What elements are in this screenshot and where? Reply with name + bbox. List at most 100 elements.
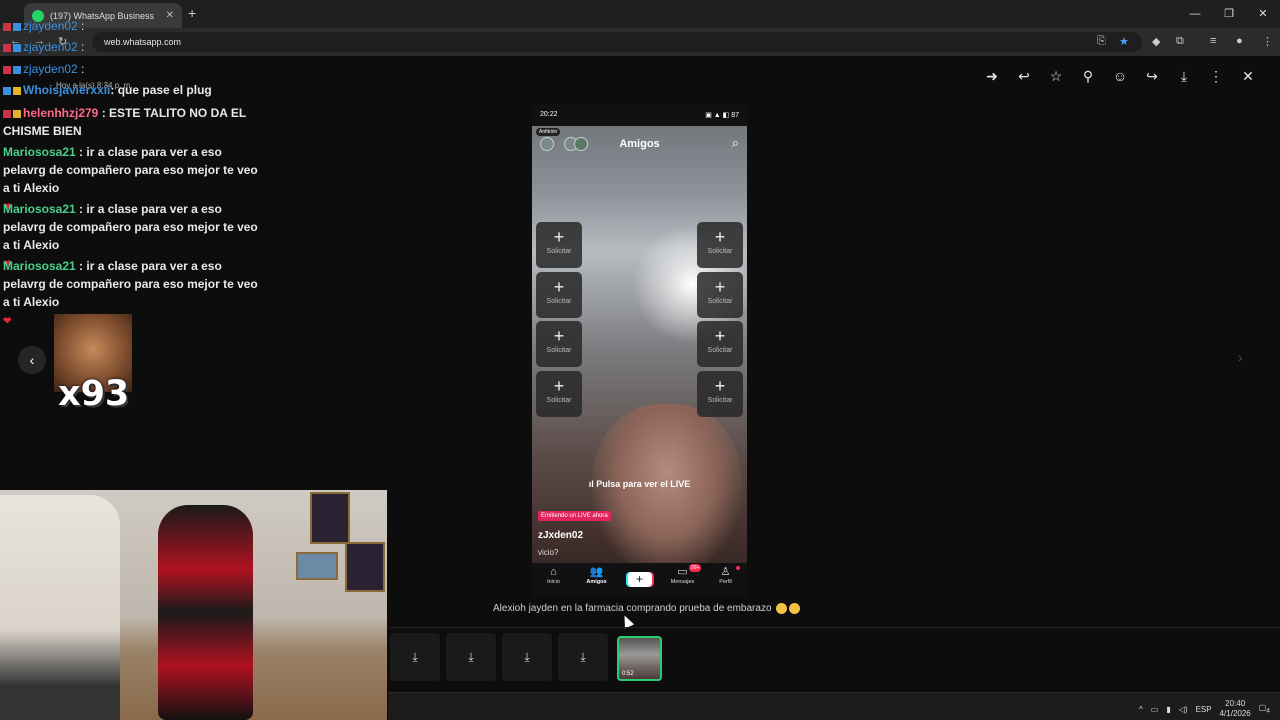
forward-icon[interactable]: ➜ [976, 68, 1008, 85]
friends-icon: 👥 [589, 566, 604, 578]
network-icon[interactable]: ▭ [1151, 705, 1159, 714]
laughing-emoji-icon [789, 603, 801, 614]
laughing-emoji-icon [776, 603, 788, 614]
badge-icon [3, 65, 11, 74]
heart-icon: ❤ [3, 316, 12, 327]
screen: (197) WhatsApp Business ✕ + — ❐ ✕ ← → ↻ … [0, 0, 1280, 720]
thumbnail-download[interactable]: ⤓ [390, 633, 440, 681]
live-username: zJxden02 [538, 530, 584, 541]
webcam-feed [0, 490, 387, 720]
chevron-up-icon[interactable]: ^ [1139, 705, 1143, 714]
person-shape [0, 495, 120, 720]
badge-icon [3, 109, 11, 118]
video-duration: 0:52 [622, 671, 634, 677]
browser-menu-icon[interactable]: ⋮ [1262, 35, 1273, 48]
chat-message: zjayden02 : [3, 62, 265, 76]
download-icon: ⤓ [524, 650, 530, 664]
nav-create: + [618, 563, 661, 596]
window-controls: — ❐ ✕ [1178, 0, 1280, 28]
phone-status-icons: ▣ ▲ ◧ 87 [705, 112, 739, 119]
poster [296, 552, 338, 580]
request-slot: + Solicitar [536, 371, 582, 417]
nav-perfil: ♙ Perfil [704, 563, 747, 596]
request-slot: + Solicitar [697, 222, 743, 268]
close-window-button[interactable]: ✕ [1246, 0, 1280, 28]
badge-icon [13, 65, 21, 74]
restore-button[interactable]: ❐ [1212, 0, 1246, 28]
thumbnail-download[interactable]: ⤓ [446, 633, 496, 681]
search-icon: ⌕ [731, 135, 739, 150]
nav-amigos: 👥 Amigos [575, 563, 618, 596]
messages-badge: 99+ [689, 564, 702, 572]
volume-icon[interactable]: ◁) [1179, 705, 1188, 714]
poster [345, 542, 385, 592]
media-image: 20:22 ▣ ▲ ◧ 87 Anfitrión Amigos ⌕ + Solic… [532, 104, 747, 596]
thumbnail-divider [388, 627, 1280, 628]
badge-icon [3, 22, 11, 31]
emoji-icon[interactable]: ☺ [1104, 68, 1136, 85]
badge-icon [13, 43, 21, 52]
phone-status-bar: 20:22 ▣ ▲ ◧ 87 [532, 104, 747, 126]
clock[interactable]: 20:40 4/1/2026 [1220, 699, 1251, 719]
request-slot: + Solicitar [697, 371, 743, 417]
battery-icon[interactable]: ▮ [1166, 705, 1170, 714]
language-indicator[interactable]: ESP [1196, 705, 1212, 714]
bookmark-star-icon[interactable]: ★ [1119, 35, 1129, 48]
chat-message: Mariososa21 : ir a clase para ver a eso … [3, 259, 258, 327]
chat-message: zjayden02 : [3, 40, 265, 54]
taskbar: ^ ▭ ▮ ◁) ESP 20:40 4/1/2026 ▢4 [388, 692, 1280, 720]
download-icon: ⤓ [412, 650, 418, 664]
media-icon[interactable]: ≡ [1210, 35, 1216, 47]
nav-inicio: ⌂ Inicio [532, 563, 575, 596]
share-icon[interactable]: ↪ [1136, 68, 1168, 85]
download-icon[interactable]: ⤓ [1168, 68, 1200, 85]
badge-icon [13, 86, 21, 95]
chat-message: helenhhzj279 : ESTE TALITO NO DA EL CHIS… [3, 106, 246, 138]
download-icon: ⤓ [468, 650, 474, 664]
host-label: Anfitrión [536, 128, 561, 136]
media-caption: Alexioh jayden en la farmacia comprando … [493, 603, 801, 614]
tap-to-watch-live: ıl Pulsa para ver el LIVE [588, 479, 691, 489]
more-icon[interactable]: ⋮ [1200, 68, 1232, 85]
create-plus-icon: + [627, 572, 652, 587]
star-icon[interactable]: ☆ [1040, 68, 1072, 85]
extension-icon[interactable]: ◆ [1152, 35, 1160, 48]
request-slot: + Solicitar [697, 321, 743, 367]
notification-icon[interactable]: ▢4 [1259, 703, 1270, 715]
meme-counter: x93 [58, 374, 130, 414]
live-caption: vicio? [538, 548, 559, 557]
profile-person-icon: ♙ [720, 566, 731, 578]
poster [310, 492, 350, 544]
close-icon[interactable]: ✕ [1232, 68, 1264, 85]
phone-bottom-nav: ⌂ Inicio 👥 Amigos + ▭ Mensajes 99+ ♙ Perfil [532, 563, 747, 596]
download-icon: ⤓ [580, 650, 586, 664]
previous-media-button[interactable]: ‹ [18, 346, 46, 374]
puzzle-icon[interactable]: ⧉ [1176, 35, 1184, 48]
home-icon: ⌂ [550, 566, 557, 578]
live-badge: Emitiendo un LIVE ahora [538, 511, 611, 521]
badge-icon [3, 86, 11, 95]
viewer-toolbar: ➜ ↩ ☆ ⚲ ☺ ↪ ⤓ ⋮ ✕ [976, 68, 1264, 85]
thumbnail-download[interactable]: ⤓ [502, 633, 552, 681]
chat-message: zjayden02 : [3, 19, 265, 33]
nav-mensajes: ▭ Mensajes 99+ [661, 563, 704, 596]
chat-message: Whoisjavierxxii: que pase el plug [3, 83, 265, 97]
profile-icon[interactable]: ● [1236, 35, 1243, 47]
request-slot: + Solicitar [697, 272, 743, 318]
request-slot: + Solicitar [536, 321, 582, 367]
request-slot: + Solicitar [536, 272, 582, 318]
phone-time: 20:22 [540, 111, 558, 118]
thumbnail-active[interactable]: 0:52 [617, 636, 662, 681]
next-media-button[interactable]: › [1238, 350, 1242, 365]
badge-icon [13, 109, 21, 118]
reply-icon[interactable]: ↩ [1008, 68, 1040, 85]
badge-icon [3, 43, 11, 52]
gaming-chair-shape [158, 505, 253, 720]
request-slot: + Solicitar [536, 222, 582, 268]
pin-icon[interactable]: ⚲ [1072, 68, 1104, 85]
install-app-icon[interactable]: ⎘ [1097, 35, 1106, 48]
system-tray: ^ ▭ ▮ ◁) ESP 20:40 4/1/2026 ▢4 [1139, 699, 1270, 719]
thumbnail-download[interactable]: ⤓ [558, 633, 608, 681]
minimize-button[interactable]: — [1178, 0, 1212, 28]
phone-title: Amigos [619, 138, 660, 150]
